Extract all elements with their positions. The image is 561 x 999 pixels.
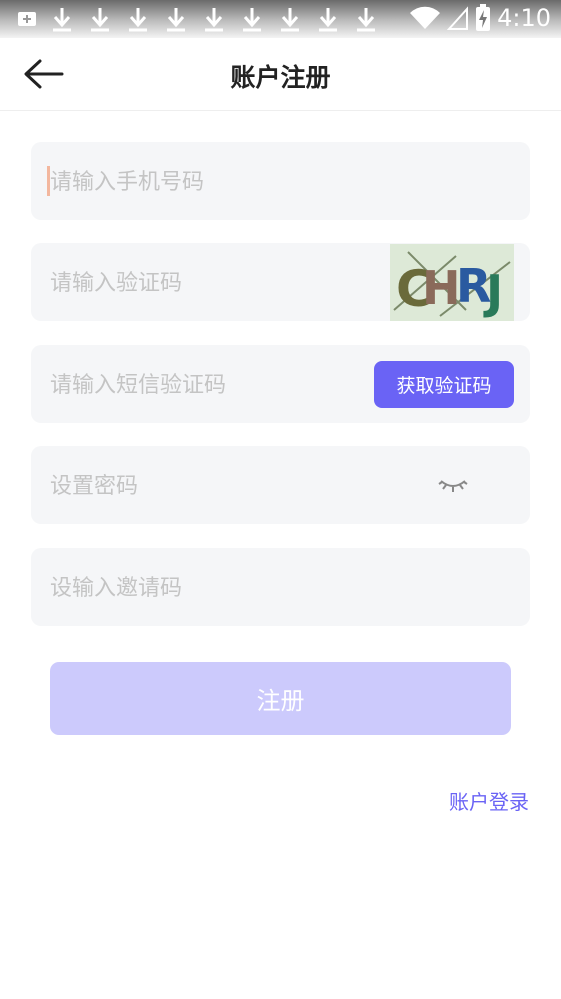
download-icon xyxy=(53,8,71,32)
status-bar: 4:10 xyxy=(0,0,561,38)
login-link[interactable]: 账户登录 xyxy=(449,786,529,815)
svg-text:J: J xyxy=(483,265,503,319)
download-icon xyxy=(243,8,261,32)
phone-input[interactable] xyxy=(48,142,372,222)
download-icon xyxy=(129,8,147,32)
captcha-input[interactable] xyxy=(48,243,372,323)
register-button[interactable]: 注册 xyxy=(50,662,511,735)
signal-icon xyxy=(447,6,469,30)
svg-text:H: H xyxy=(422,261,461,315)
add-notification-icon xyxy=(18,12,36,26)
captcha-picture: C H R J xyxy=(390,244,514,321)
download-icon xyxy=(167,8,185,32)
sms-code-input[interactable] xyxy=(48,345,372,425)
wifi-icon xyxy=(410,6,441,30)
password-field xyxy=(31,446,530,526)
invite-code-field xyxy=(31,548,530,628)
battery-charging-icon xyxy=(476,4,491,31)
page-title: 账户注册 xyxy=(230,63,331,92)
captcha-image[interactable]: C H R J xyxy=(390,244,514,321)
download-icon xyxy=(357,8,375,32)
get-sms-code-button[interactable]: 获取验证码 xyxy=(374,361,514,408)
download-icon xyxy=(91,8,109,32)
sms-code-field: 获取验证码 xyxy=(31,345,530,425)
invite-code-input[interactable] xyxy=(48,548,372,628)
download-icon xyxy=(205,8,223,32)
captcha-field: C H R J xyxy=(31,243,530,323)
download-icon xyxy=(281,8,299,32)
notification-icons xyxy=(16,6,380,32)
eye-closed-icon xyxy=(438,480,468,492)
clock: 4:10 xyxy=(497,4,551,32)
system-icons: 4:10 xyxy=(409,4,551,32)
phone-field xyxy=(31,142,530,222)
header: 账户注册 xyxy=(0,38,561,111)
password-input[interactable] xyxy=(48,446,372,526)
password-visibility-toggle[interactable] xyxy=(438,472,468,498)
download-icon xyxy=(319,8,337,32)
